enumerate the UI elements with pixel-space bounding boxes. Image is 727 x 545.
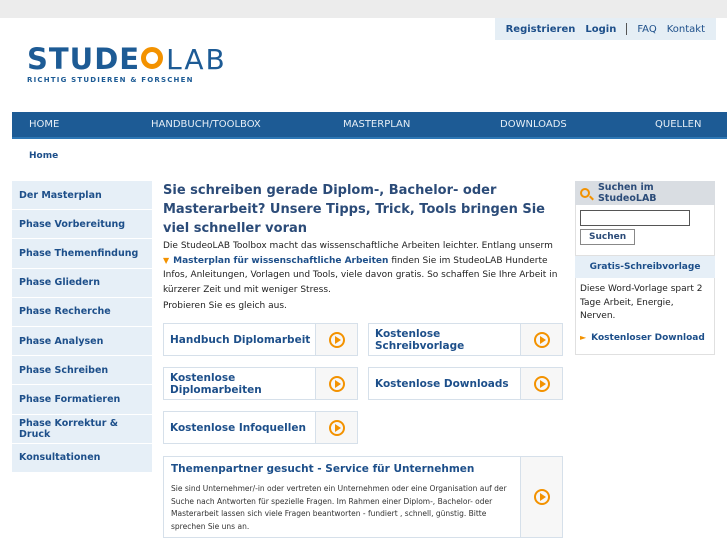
search-icon — [580, 188, 590, 198]
sidebar-item-gliedern[interactable]: Phase Gliedern — [12, 268, 152, 298]
main-content: Sie schreiben gerade Diplom-, Bachelor- … — [163, 181, 563, 311]
triangle-right-icon: ► — [580, 332, 587, 342]
sidebar-item-masterplan[interactable]: Der Masterplan — [12, 181, 152, 211]
play-icon — [328, 419, 345, 436]
nav-downloads[interactable]: DOWNLOADS — [500, 119, 567, 130]
sidebar-item-vorbereitung[interactable]: Phase Vorbereitung — [12, 210, 152, 240]
go-button[interactable] — [315, 368, 357, 399]
faq-link[interactable]: FAQ — [632, 24, 661, 35]
box-label: Kostenlose Schreibvorlage — [375, 327, 465, 352]
main-nav: HOME HANDBUCH/TOOLBOX MASTERPLAN DOWNLOA… — [12, 112, 727, 139]
sidebar-item-themenfindung[interactable]: Phase Themenfindung — [12, 239, 152, 269]
play-icon — [533, 375, 550, 392]
promo-title[interactable]: Gratis-Schreibvorlage — [575, 256, 715, 278]
box-label: Kostenlose Diplomarbeiten — [170, 371, 262, 396]
box-infoquellen[interactable]: Kostenlose Infoquellen — [163, 411, 358, 444]
box-diplomarbeiten[interactable]: Kostenlose Diplomarbeiten — [163, 367, 358, 400]
go-button[interactable] — [520, 368, 562, 399]
search-input[interactable] — [580, 210, 690, 226]
logo-tagline: RICHTIG STUDIEREN & FORSCHEN — [27, 76, 194, 84]
go-button[interactable] — [520, 457, 562, 537]
search-title: Suchen im StudeoLAB — [597, 182, 657, 204]
box-label: Handbuch Diplomarbeit — [170, 333, 311, 346]
play-icon — [533, 489, 550, 505]
sidebar: Der Masterplan Phase Vorbereitung Phase … — [12, 181, 152, 473]
box-downloads[interactable]: Kostenlose Downloads — [368, 367, 563, 400]
sidebar-item-konsultationen[interactable]: Konsultationen — [12, 443, 152, 473]
sidebar-item-formatieren[interactable]: Phase Formatieren — [12, 385, 152, 415]
partner-box[interactable]: Themenpartner gesucht - Service für Unte… — [163, 456, 563, 538]
try-text: Probieren Sie es gleich aus. — [163, 301, 287, 311]
partner-title: Themenpartner gesucht - Service für Unte… — [171, 463, 475, 475]
nav-home[interactable]: HOME — [29, 119, 59, 130]
breadcrumb[interactable]: Home — [29, 151, 58, 161]
promo-text: Diese Word-Vorlage spart 2 Tage Arbeit, … — [580, 284, 703, 321]
divider — [626, 23, 628, 35]
nav-quellen[interactable]: QUELLEN — [655, 119, 701, 130]
play-icon — [328, 331, 345, 348]
intro-text: Die StudeoLAB Toolbox macht das wissensc… — [163, 239, 563, 297]
nav-masterplan[interactable]: MASTERPLAN — [343, 119, 410, 130]
page-headline: Sie schreiben gerade Diplom-, Bachelor- … — [163, 183, 546, 236]
masterplan-link[interactable]: Masterplan für wissenschaftliche Arbeite… — [173, 256, 388, 266]
search-header: Suchen im StudeoLAB — [575, 181, 715, 205]
sidebar-item-korrektur[interactable]: Phase Korrektur & Druck — [12, 414, 152, 444]
box-label: Kostenlose Downloads — [375, 377, 509, 390]
logo-wordmark: STUDE — [27, 42, 141, 76]
search-panel: Suchen — [575, 205, 715, 256]
go-button[interactable] — [520, 324, 562, 355]
register-link[interactable]: Registrieren — [501, 24, 581, 35]
intro-text-1: Die StudeoLAB Toolbox macht das wissensc… — [163, 241, 553, 251]
logo-o-icon — [141, 47, 164, 69]
top-strip — [0, 0, 727, 18]
top-links: Registrieren Login FAQ Kontakt — [494, 18, 716, 40]
right-sidebar: Suchen im StudeoLAB Suchen Gratis-Schrei… — [575, 181, 715, 355]
site-logo[interactable]: STUDE LAB RICHTIG STUDIEREN & FORSCHEN — [27, 42, 227, 84]
play-icon — [328, 375, 345, 392]
promo-link-label: Kostenloser Download — [591, 332, 705, 343]
contact-link[interactable]: Kontakt — [662, 24, 710, 35]
box-schreibvorlage[interactable]: Kostenlose Schreibvorlage — [368, 323, 563, 356]
sidebar-item-recherche[interactable]: Phase Recherche — [12, 297, 152, 327]
promo-panel: Diese Word-Vorlage spart 2 Tage Arbeit, … — [575, 278, 715, 355]
box-handbuch[interactable]: Handbuch Diplomarbeit — [163, 323, 358, 356]
sidebar-item-schreiben[interactable]: Phase Schreiben — [12, 356, 152, 386]
play-icon — [533, 331, 550, 348]
nav-handbuch[interactable]: HANDBUCH/TOOLBOX — [151, 119, 261, 130]
search-button[interactable]: Suchen — [580, 229, 636, 245]
promo-download-link[interactable]: ► Kostenloser Download — [580, 333, 710, 343]
logo-lab: LAB — [166, 42, 227, 76]
login-link[interactable]: Login — [580, 24, 621, 35]
go-button[interactable] — [315, 412, 357, 443]
go-button[interactable] — [315, 324, 357, 355]
arrow-down-icon: ▼ — [163, 255, 170, 265]
box-label: Kostenlose Infoquellen — [170, 421, 306, 434]
partner-text: Sie sind Unternehmer/-in oder vertreten … — [171, 484, 507, 531]
sidebar-item-analysen[interactable]: Phase Analysen — [12, 326, 152, 357]
